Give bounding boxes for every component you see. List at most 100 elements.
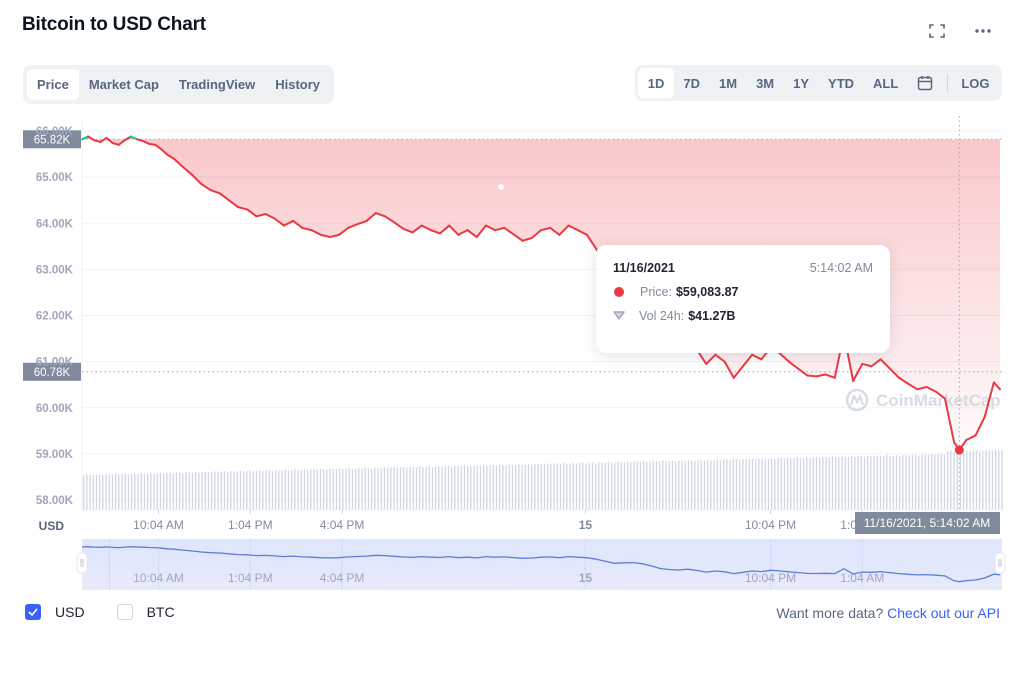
volume-bar [822,456,824,510]
volume-bar [169,472,171,510]
volume-bar [313,469,315,510]
volume-bar [291,470,293,510]
volume-bar [499,464,501,510]
volume-bar [985,449,987,510]
volume-bar [374,467,376,510]
volume-bar [559,463,562,510]
volume-bar [963,451,965,510]
volume-bar [534,464,536,510]
range-all[interactable]: ALL [864,68,908,98]
currency-legend: USD BTC [25,604,207,620]
volume-bar [924,454,926,510]
volume-bar [687,460,690,510]
range-ytd[interactable]: YTD [819,68,864,98]
volume-bar [931,454,933,510]
volume-bar [505,465,507,510]
volume-bar [815,457,818,510]
volume-bar [959,450,962,510]
fullscreen-icon [929,24,945,38]
volume-bar [844,457,846,510]
volume-bar [998,450,1000,510]
volume-bar [515,465,517,510]
tab-price[interactable]: Price [27,69,79,100]
volume-bar [579,463,581,510]
tooltip-time: 5:14:02 AM [809,261,873,275]
volume-bar [739,459,741,510]
tab-tradingview[interactable]: TradingView [169,69,265,100]
volume-bar [204,471,206,510]
volume-bar [377,468,379,510]
usd-checkbox[interactable] [25,604,41,620]
volume-bar [761,458,763,510]
volume-bar [329,468,331,510]
volume-bar [166,472,168,510]
volume-bar [134,473,136,510]
y-tick-label: 59.00K [36,449,74,461]
navigator-tick-label: 10:04 PM [745,571,796,585]
volume-bar [143,473,146,510]
range-7d[interactable]: 7D [674,68,710,98]
watermark-logo-icon [845,388,869,412]
volume-bar [956,450,958,510]
volume-bar [444,466,446,510]
navigator-left-handle[interactable] [76,552,88,574]
volume-bar [86,474,88,510]
volume-bar [780,458,782,510]
api-link[interactable]: Check out our API [887,605,1000,621]
volume-bar [460,466,462,510]
volume-bar [367,468,370,510]
volume-bar [569,463,571,510]
volume-bar [630,462,632,510]
volume-bar [790,458,792,510]
tab-history[interactable]: History [265,69,330,100]
btc-checkbox[interactable] [116,604,133,620]
range-1d[interactable]: 1D [638,68,674,98]
range-1m[interactable]: 1M [710,68,747,98]
navigator-right-handle[interactable] [994,552,1006,574]
volume-bar [511,464,514,510]
volume-bar [838,457,840,510]
price-tooltip: 11/16/2021 5:14:02 AM Price: $59,083.87 … [596,245,890,353]
volume-bar [131,473,133,510]
volume-bar [684,461,686,510]
volume-bar [671,460,674,510]
volume-bar [473,465,475,510]
more-options-button[interactable] [972,20,994,42]
volume-bar [639,462,642,510]
volume-bar [681,460,683,510]
volume-bar [147,473,149,510]
volume-bar [390,467,392,510]
volume-bar [742,458,744,510]
tab-market-cap[interactable]: Market Cap [79,69,169,100]
fullscreen-button[interactable] [926,20,948,42]
volume-bar [851,456,853,510]
volume-bar [489,465,491,510]
volume-bar [905,454,907,510]
volume-bar [543,463,546,510]
volume-bar [767,458,770,510]
x-tick-label: 15 [579,518,593,532]
volume-bar [550,464,552,510]
page-title: Bitcoin to USD Chart [22,14,206,35]
range-1y[interactable]: 1Y [784,68,819,98]
volume-bar [646,461,648,510]
volume-bar [163,473,165,510]
volume-bar [585,463,587,510]
volume-bar [828,457,830,510]
volume-bar [406,467,408,510]
y-tick-label: 60.00K [36,403,74,415]
volume-bar [620,462,622,510]
date-picker-button[interactable] [908,68,943,98]
volume-bar [911,454,914,510]
highlight-speck [498,184,504,190]
volume-bar [774,459,776,510]
volume-bar [297,470,299,510]
volume-bar [812,457,814,510]
volume-bar [307,470,309,510]
volume-bar [351,469,354,510]
log-scale-toggle[interactable]: LOG [952,68,999,98]
volume-bar [419,466,421,510]
volume-bar [787,457,789,510]
usd-label: USD [55,604,85,620]
range-3m[interactable]: 3M [747,68,784,98]
